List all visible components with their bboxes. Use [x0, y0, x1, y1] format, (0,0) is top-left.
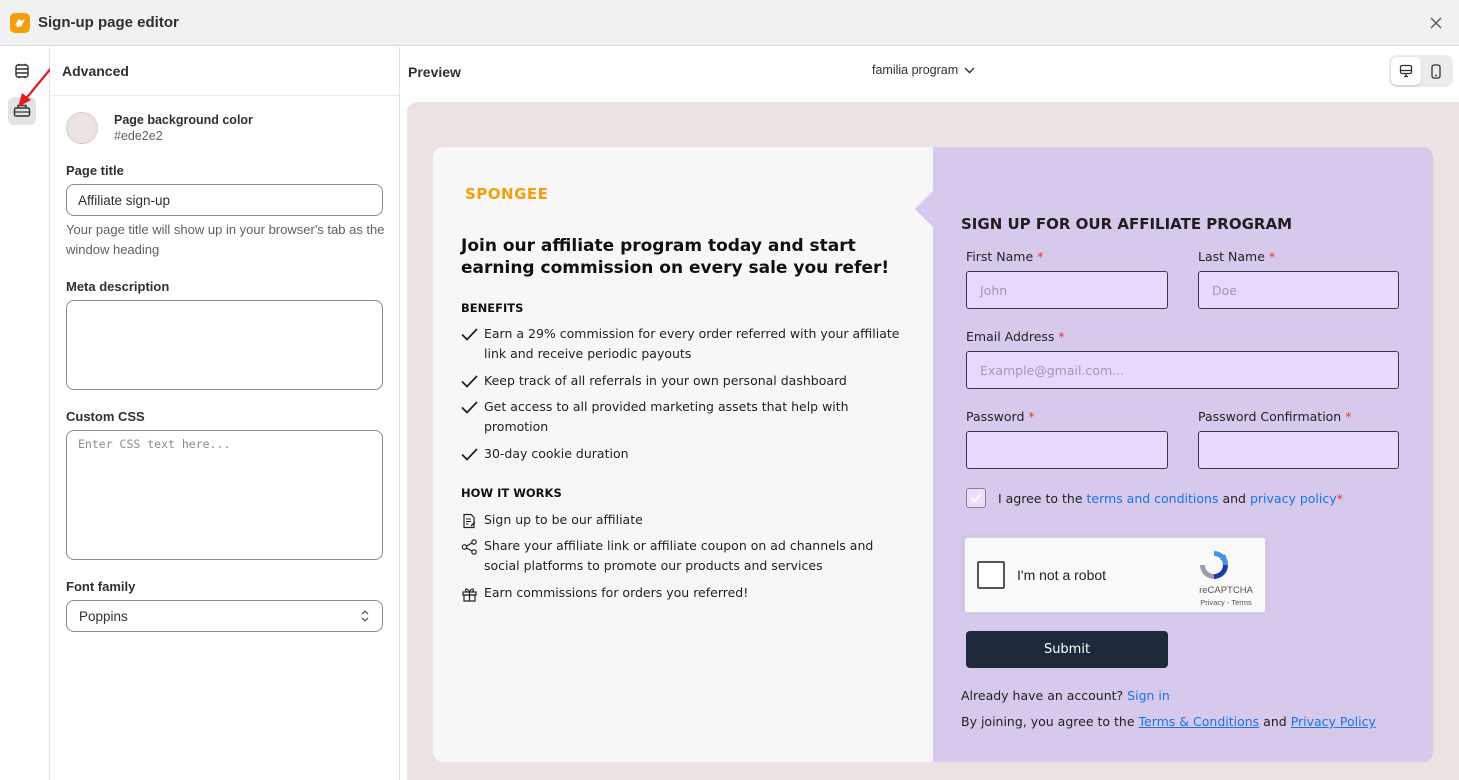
- preview-toolbar: Preview familia program: [400, 47, 1459, 96]
- page-title-help: Your page title will show up in your bro…: [66, 222, 385, 257]
- first-name-input[interactable]: John: [966, 271, 1168, 309]
- program-select[interactable]: familia program: [872, 63, 975, 77]
- submit-button[interactable]: Submit: [966, 631, 1168, 668]
- custom-css-input[interactable]: Enter CSS text here...: [66, 430, 383, 560]
- window-title: Sign-up page editor: [38, 14, 179, 31]
- font-family-select[interactable]: Poppins: [66, 600, 383, 632]
- agree-row: I agree to the terms and conditions and …: [966, 488, 1343, 508]
- password-label: Password *: [966, 409, 1035, 424]
- page-title-label: Page title: [66, 163, 124, 178]
- password-confirm-label: Password Confirmation *: [1198, 409, 1352, 424]
- background-color-row: Page background color #ede2e2: [66, 112, 253, 144]
- chevron-down-icon: [964, 67, 975, 73]
- recaptcha-widget: I'm not a robot reCAPTCHA Privacy - Term…: [964, 537, 1266, 613]
- benefit-item: Keep track of all referrals in your own …: [461, 371, 901, 394]
- info-column: SPONGEE Join our affiliate program today…: [433, 147, 933, 762]
- privacy-link[interactable]: privacy policy: [1250, 491, 1337, 506]
- background-color-label: Page background color: [114, 113, 253, 127]
- background-color-value: #ede2e2: [114, 129, 163, 143]
- check-icon: [461, 444, 484, 467]
- last-name-label: Last Name *: [1198, 249, 1276, 264]
- meta-description-label: Meta description: [66, 279, 170, 294]
- font-family-value: Poppins: [79, 608, 128, 624]
- benefits-heading: BENEFITS: [461, 301, 524, 315]
- check-icon: [970, 493, 982, 503]
- share-icon: [461, 536, 484, 576]
- how-it-works-heading: HOW IT WORKS: [461, 486, 562, 500]
- email-input[interactable]: Example@gmail.com...: [966, 351, 1399, 389]
- password-confirm-input[interactable]: [1198, 431, 1399, 469]
- terms-conditions-link[interactable]: Terms & Conditions: [1139, 714, 1260, 729]
- recaptcha-brand: reCAPTCHA: [1199, 585, 1253, 596]
- how-item: Earn commissions for orders you referred…: [461, 583, 901, 608]
- signup-card: SPONGEE Join our affiliate program today…: [433, 147, 1433, 762]
- device-toggle: [1389, 55, 1453, 87]
- brand-logo: SPONGEE: [465, 185, 549, 203]
- column-notch: [915, 191, 933, 227]
- font-family-label: Font family: [66, 579, 136, 594]
- title-bar: Sign-up page editor: [0, 0, 1459, 46]
- program-select-value: familia program: [872, 63, 959, 77]
- check-icon: [461, 324, 484, 364]
- privacy-policy-link[interactable]: Privacy Policy: [1291, 714, 1376, 729]
- terms-link[interactable]: terms and conditions: [1087, 491, 1219, 506]
- gift-icon: [461, 583, 484, 608]
- joining-terms-row: By joining, you agree to the Terms & Con…: [961, 714, 1376, 729]
- panel-title: Advanced: [50, 47, 399, 96]
- benefit-item: Earn a 29% commission for every order re…: [461, 324, 901, 364]
- desktop-icon[interactable]: [1391, 57, 1421, 85]
- agree-checkbox[interactable]: [966, 488, 986, 508]
- recaptcha-logo-icon: [1200, 551, 1228, 579]
- password-input[interactable]: [966, 431, 1168, 469]
- meta-description-input[interactable]: [66, 300, 383, 390]
- select-arrows-icon: [361, 610, 369, 622]
- preview-label: Preview: [408, 63, 461, 80]
- recaptcha-terms[interactable]: Privacy - Terms: [1191, 598, 1261, 607]
- page-title-input[interactable]: Affiliate sign-up: [66, 184, 383, 216]
- form-title: SIGN UP FOR OUR AFFILIATE PROGRAM: [961, 215, 1293, 233]
- app-logo-icon: [10, 12, 30, 33]
- background-color-swatch[interactable]: [66, 112, 98, 144]
- check-icon: [461, 371, 484, 394]
- first-name-label: First Name *: [966, 249, 1044, 264]
- sign-in-row: Already have an account? Sign in: [961, 688, 1170, 703]
- sign-in-link[interactable]: Sign in: [1127, 688, 1170, 703]
- custom-css-label: Custom CSS: [66, 409, 145, 424]
- how-item: Share your affiliate link or affiliate c…: [461, 536, 901, 576]
- recaptcha-label: I'm not a robot: [1017, 567, 1107, 583]
- signup-headline: Join our affiliate program today and sta…: [461, 236, 890, 278]
- email-label: Email Address *: [966, 329, 1065, 344]
- how-item: Sign up to be our affiliate: [461, 510, 901, 535]
- form-column: SIGN UP FOR OUR AFFILIATE PROGRAM First …: [933, 147, 1433, 762]
- settings-panel: Advanced Page background color #ede2e2 P…: [50, 47, 400, 780]
- close-icon[interactable]: [1425, 12, 1447, 34]
- mobile-icon[interactable]: [1421, 57, 1451, 85]
- icon-rail: [0, 47, 53, 780]
- recaptcha-checkbox[interactable]: [977, 561, 1005, 589]
- document-edit-icon: [461, 510, 484, 535]
- benefit-item: Get access to all provided marketing ass…: [461, 397, 901, 437]
- benefit-item: 30-day cookie duration: [461, 444, 901, 467]
- check-icon: [461, 397, 484, 437]
- last-name-input[interactable]: Doe: [1198, 271, 1399, 309]
